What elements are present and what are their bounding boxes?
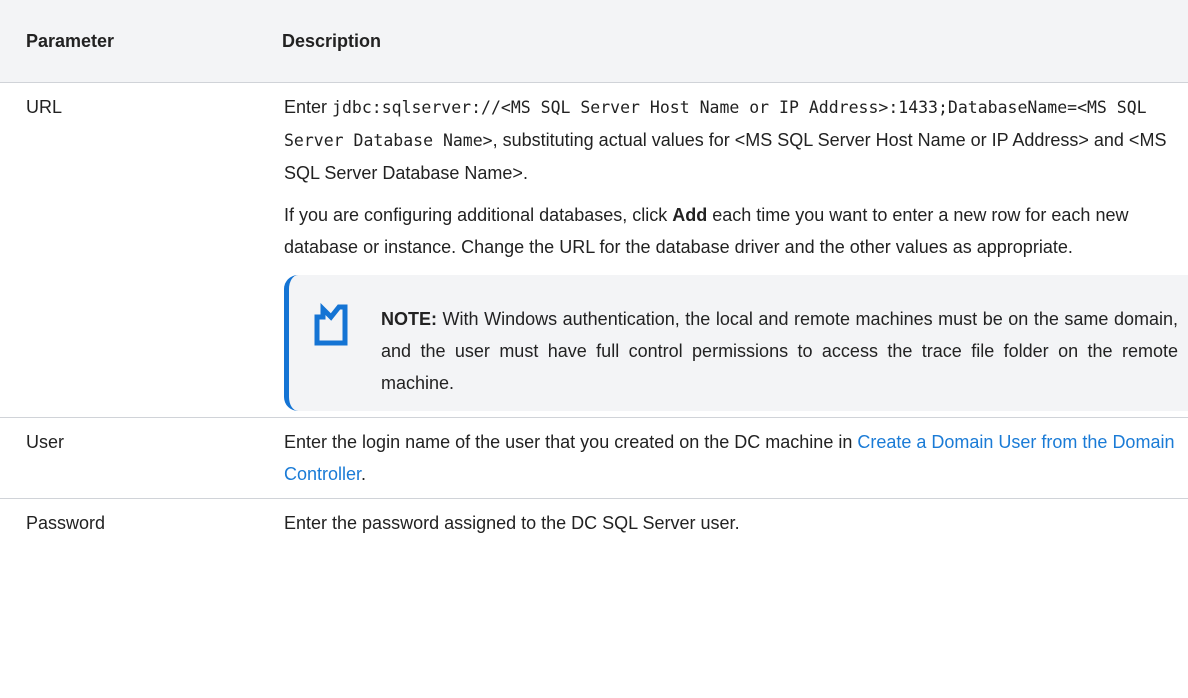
note-text: NOTE: With Windows authentication, the l… <box>381 303 1178 399</box>
param-password: Password <box>26 513 106 533</box>
url-paragraph-2: If you are configuring additional databa… <box>284 199 1176 263</box>
table-row: URL Enter jdbc:sqlserver://<MS SQL Serve… <box>0 82 1188 418</box>
table-header-row: Parameter Description <box>0 0 1188 83</box>
add-keyword: Add <box>672 205 708 225</box>
table-row: Password Enter the password assigned to … <box>0 499 1188 548</box>
desc-password: Enter the password assigned to the DC SQ… <box>284 513 740 533</box>
header-description: Description <box>256 0 1188 83</box>
url-enter-text: Enter <box>284 97 333 117</box>
param-url: URL <box>0 82 256 418</box>
note-callout: NOTE: With Windows authentication, the l… <box>284 275 1188 411</box>
note-body: With Windows authentication, the local a… <box>381 309 1178 393</box>
header-parameter: Parameter <box>0 0 256 83</box>
table-row: User Enter the login name of the user th… <box>0 417 1188 499</box>
desc-url: Enter jdbc:sqlserver://<MS SQL Server Ho… <box>256 82 1188 418</box>
note-label: NOTE: <box>381 309 437 329</box>
user-desc-before: Enter the login name of the user that yo… <box>284 432 858 452</box>
url-p2-before: If you are configuring additional databa… <box>284 205 673 225</box>
parameter-table: Parameter Description URL Enter jdbc:sql… <box>0 0 1188 547</box>
note-icon <box>314 303 348 346</box>
user-desc-after: . <box>361 464 367 484</box>
url-paragraph-1: Enter jdbc:sqlserver://<MS SQL Server Ho… <box>284 91 1176 189</box>
param-user: User <box>0 417 256 499</box>
desc-user: Enter the login name of the user that yo… <box>256 417 1188 499</box>
